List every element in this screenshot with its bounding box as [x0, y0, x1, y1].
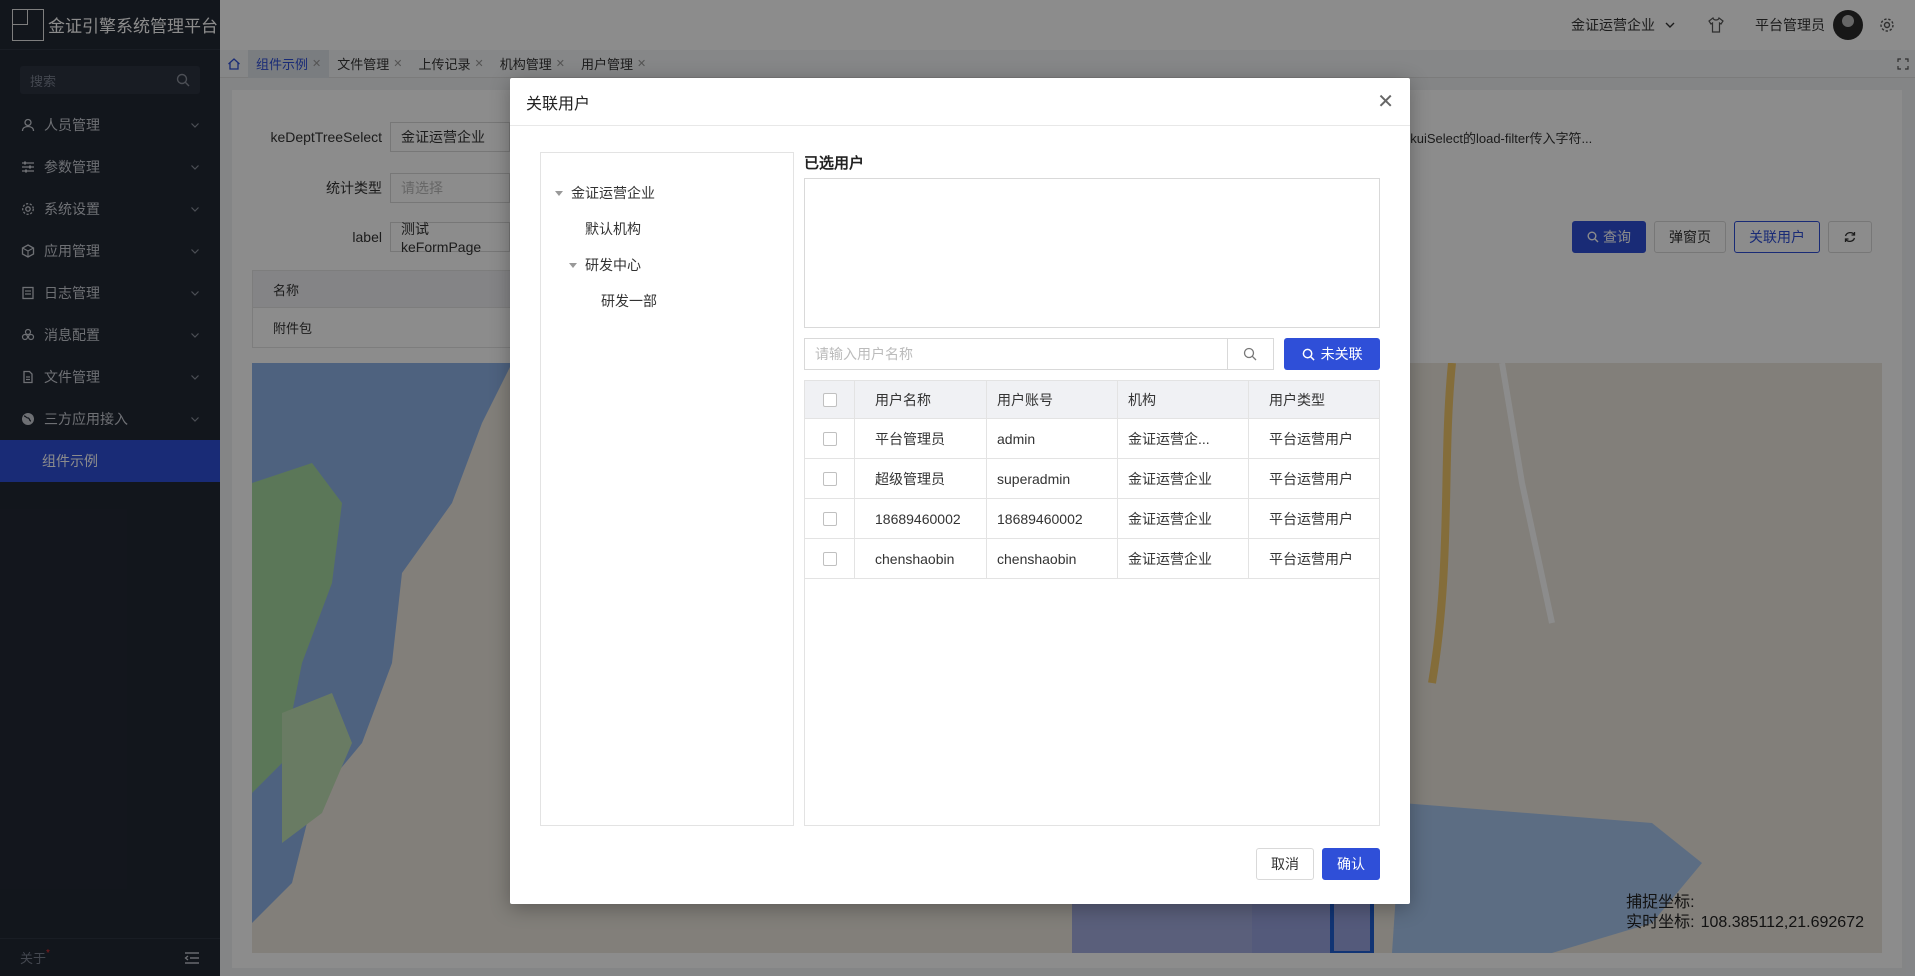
- table-row[interactable]: 超级管理员 superadmin 金证运营企业 平台运营用户: [805, 459, 1379, 499]
- cell-user-type: 平台运营用户: [1269, 470, 1353, 487]
- cell-org: 金证运营企业: [1118, 459, 1249, 498]
- tree-node-label: 金证运营企业: [571, 185, 655, 201]
- cell-user-type: 平台运营用户: [1269, 550, 1353, 567]
- tree-node-rd-center[interactable]: 研发中心: [541, 247, 793, 283]
- row-select-cell: [805, 419, 855, 458]
- table-header-row: 用户名称 用户账号 机构 用户类型: [805, 381, 1379, 419]
- select-all-cell: [805, 381, 855, 418]
- table-row[interactable]: 18689460002 18689460002 金证运营企业 平台运营用户: [805, 499, 1379, 539]
- tree-node-label: 研发一部: [601, 293, 657, 309]
- cell-user-type: 平台运营用户: [1269, 510, 1353, 527]
- column-header-org: 机构: [1118, 381, 1249, 418]
- cell-user-type: 平台运营用户: [1269, 430, 1353, 447]
- row-checkbox[interactable]: [822, 511, 837, 526]
- tree-node-default-org[interactable]: 默认机构: [541, 211, 793, 247]
- cell-account: admin: [987, 419, 1118, 458]
- selected-users-box[interactable]: [804, 178, 1380, 328]
- row-select-cell: [805, 499, 855, 538]
- user-search-input[interactable]: 请输入用户名称: [804, 338, 1227, 370]
- user-search-button[interactable]: [1226, 338, 1275, 370]
- cell-username: 18689460002: [855, 499, 987, 538]
- unlinked-label: 未关联: [1320, 346, 1363, 362]
- tree-node-rd-dept-1[interactable]: 研发一部: [541, 283, 793, 319]
- cell-username: 平台管理员: [855, 419, 987, 458]
- user-panel: 已选用户 请输入用户名称 未关联 用户名称 用户账号 机构 用户类型 平台管理员…: [804, 152, 1380, 826]
- close-icon[interactable]: ✕: [1377, 89, 1394, 114]
- row-select-cell: [805, 459, 855, 498]
- row-select-cell: [805, 539, 855, 578]
- row-checkbox[interactable]: [822, 471, 837, 486]
- row-checkbox[interactable]: [822, 431, 837, 446]
- confirm-button[interactable]: 确认: [1322, 848, 1380, 880]
- cell-account: 18689460002: [987, 499, 1118, 538]
- cell-org: 金证运营企...: [1118, 419, 1249, 458]
- cell-org: 金证运营企业: [1118, 499, 1249, 538]
- user-table: 用户名称 用户账号 机构 用户类型 平台管理员 admin 金证运营企... 平…: [804, 380, 1380, 826]
- dialog-title: 关联用户: [526, 95, 591, 113]
- cell-account: chenshaobin: [987, 539, 1118, 578]
- tree-node-enterprise[interactable]: 金证运营企业: [541, 175, 793, 211]
- table-row[interactable]: 平台管理员 admin 金证运营企... 平台运营用户: [805, 419, 1379, 459]
- cancel-button[interactable]: 取消: [1256, 848, 1314, 880]
- caret-down-icon[interactable]: [569, 262, 577, 268]
- search-icon: [1302, 348, 1315, 361]
- search-icon: [1244, 347, 1257, 361]
- selected-users-title: 已选用户: [804, 155, 865, 172]
- unlinked-button[interactable]: 未关联: [1284, 338, 1380, 370]
- user-search-row: 请输入用户名称 未关联: [804, 338, 1380, 370]
- org-tree: 金证运营企业 默认机构 研发中心 研发一部: [540, 152, 794, 826]
- column-header-account: 用户账号: [987, 381, 1118, 418]
- cell-account: superadmin: [987, 459, 1118, 498]
- cell-username: chenshaobin: [855, 539, 987, 578]
- cell-username: 超级管理员: [855, 459, 987, 498]
- column-header-username: 用户名称: [855, 381, 987, 418]
- table-row[interactable]: chenshaobin chenshaobin 金证运营企业 平台运营用户: [805, 539, 1379, 579]
- link-user-dialog: 关联用户 ✕ 金证运营企业 默认机构 研发中心 研发一部 已选用户 请输入用户名…: [510, 78, 1410, 904]
- caret-down-icon[interactable]: [555, 190, 563, 196]
- dialog-header: 关联用户 ✕: [510, 78, 1410, 126]
- select-all-checkbox[interactable]: [822, 392, 837, 407]
- dialog-footer: 取消 确认: [1256, 848, 1380, 880]
- tree-node-label: 默认机构: [585, 221, 641, 237]
- tree-node-label: 研发中心: [585, 257, 641, 273]
- column-header-user-type: 用户类型: [1269, 391, 1325, 408]
- cell-org: 金证运营企业: [1118, 539, 1249, 578]
- row-checkbox[interactable]: [822, 551, 837, 566]
